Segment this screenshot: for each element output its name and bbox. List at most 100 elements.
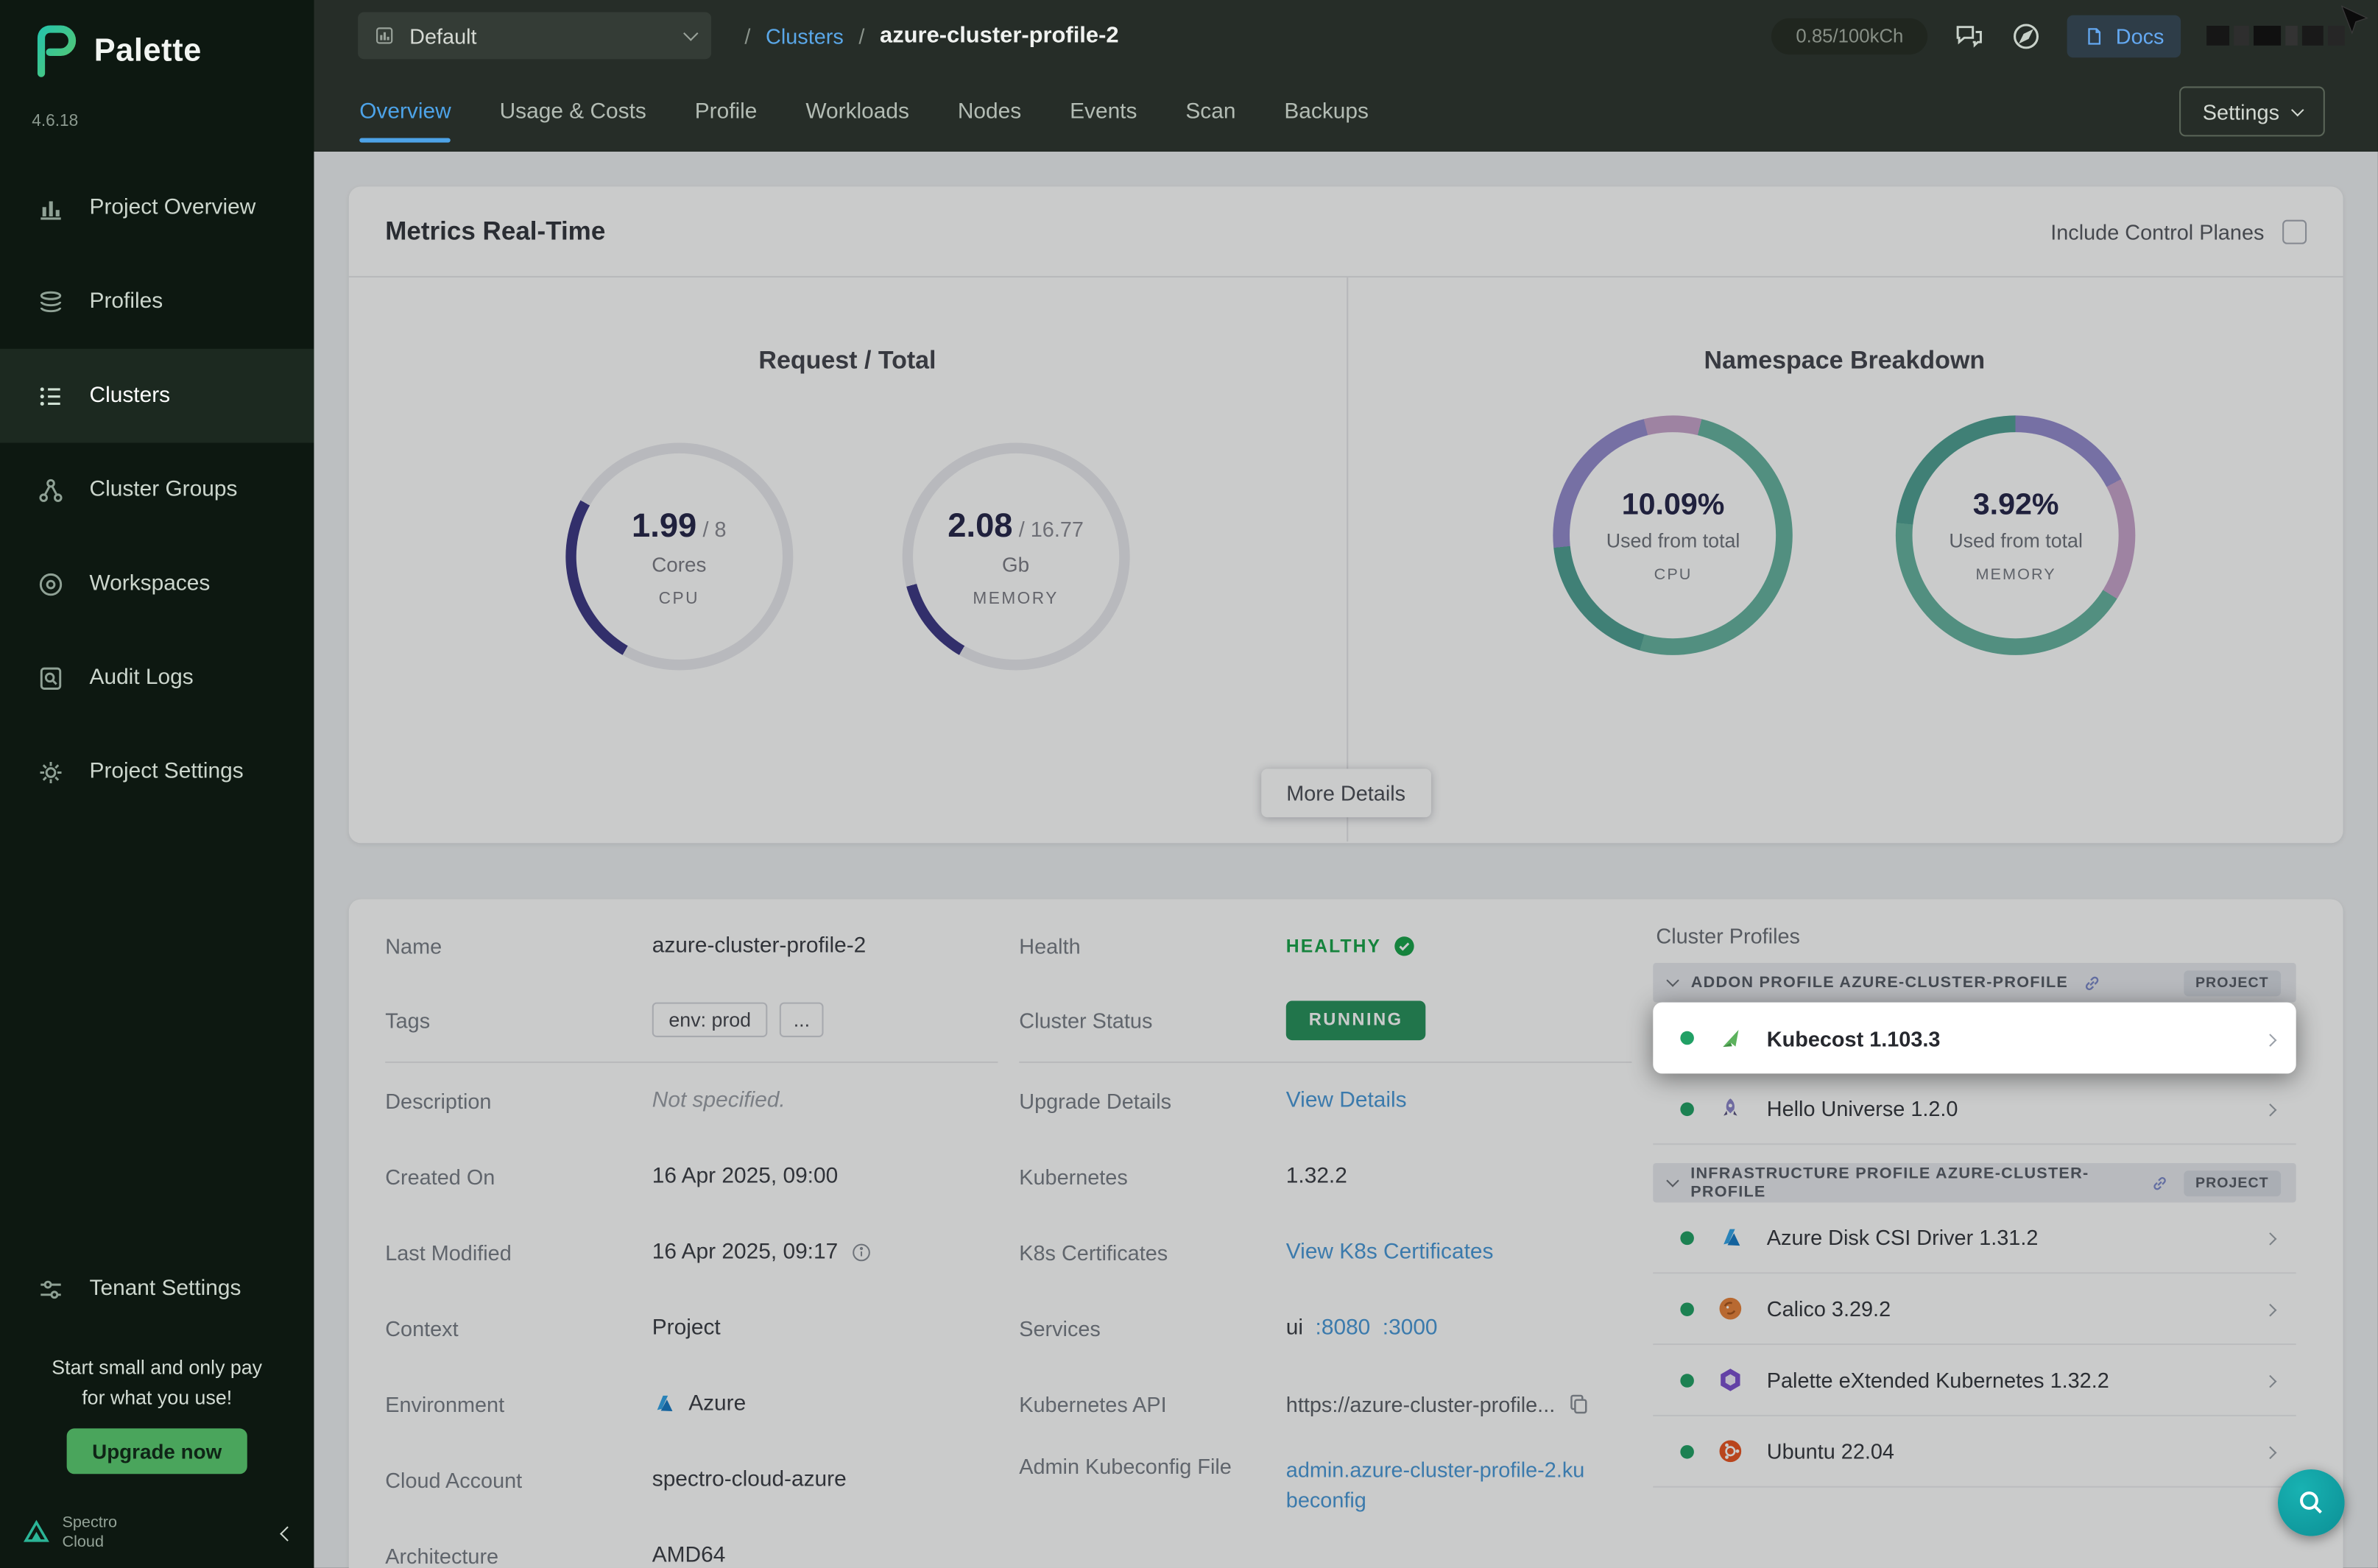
calico-icon (1714, 1295, 1747, 1322)
details-left-column: Name azure-cluster-profile-2 Tags env: p… (385, 914, 998, 1568)
profile-row-hello-universe[interactable]: Hello Universe 1.2.0 (1653, 1073, 2296, 1145)
description-value: Not specified. (652, 1089, 786, 1113)
profile-row-kubecost[interactable]: Kubecost 1.103.3 (1653, 1003, 2296, 1074)
field-label: Cluster Status (1019, 1008, 1286, 1032)
sidebar-item-project-overview[interactable]: Project Overview (0, 160, 314, 255)
sidebar-item-label: Profiles (90, 289, 163, 314)
tab-backups[interactable]: Backups (1284, 71, 1369, 152)
addon-profile-header[interactable]: ADDON PROFILE AZURE-CLUSTER-PROFILE PROJ… (1653, 963, 2296, 1003)
copy-icon[interactable] (1567, 1392, 1592, 1416)
view-k8s-certificates-link[interactable]: View K8s Certificates (1286, 1240, 1494, 1265)
details-middle-column: Health HEALTHY Cluster Status RUNNING Up… (1019, 914, 1631, 1518)
sidebar-item-tenant-settings[interactable]: Tenant Settings (0, 1259, 314, 1319)
memory-donut-caption: Used from total (1949, 529, 2083, 551)
detail-row-last-modified: Last Modified 16 Apr 2025, 09:17 (385, 1215, 998, 1290)
architecture-value: AMD64 (652, 1544, 726, 1568)
sidebar-item-project-settings[interactable]: Project Settings (0, 725, 314, 819)
more-details-button[interactable]: More Details (1260, 769, 1431, 817)
settings-button-label: Settings (2203, 99, 2279, 124)
sidebar-item-clusters[interactable]: Clusters (0, 349, 314, 443)
sidebar-item-cluster-groups[interactable]: Cluster Groups (0, 442, 314, 537)
sidebar-item-profiles[interactable]: Profiles (0, 255, 314, 349)
tab-overview[interactable]: Overview (359, 71, 451, 152)
sidebar-item-label: Clusters (90, 384, 171, 408)
detail-row-health: Health HEALTHY (1019, 914, 1631, 978)
settings-button[interactable]: Settings (2180, 86, 2325, 136)
admin-kubeconfig-link[interactable]: admin.azure-cluster-profile-2.kubeconfig (1286, 1454, 1590, 1516)
addon-profile-header-label: ADDON PROFILE AZURE-CLUSTER-PROFILE (1691, 973, 2068, 992)
profile-row-palette-extended-kubernetes[interactable]: Palette eXtended Kubernetes 1.32.2 (1653, 1345, 2296, 1416)
health-value: HEALTHY (1286, 936, 1381, 957)
chevron-down-icon (2291, 103, 2304, 116)
tab-events[interactable]: Events (1070, 71, 1137, 152)
profile-row-ubuntu[interactable]: Ubuntu 22.04 (1653, 1416, 2296, 1488)
tab-workloads[interactable]: Workloads (805, 71, 909, 152)
detail-row-cloud-account: Cloud Account spectro-cloud-azure (385, 1442, 998, 1518)
project-selector[interactable]: Default (358, 12, 711, 59)
profile-name: Azure Disk CSI Driver 1.31.2 (1767, 1225, 2039, 1249)
include-control-planes-checkbox[interactable] (2282, 219, 2307, 244)
profile-row-calico[interactable]: Calico 3.29.2 (1653, 1274, 2296, 1345)
check-circle-icon (1392, 934, 1416, 958)
tab-nodes[interactable]: Nodes (958, 71, 1021, 152)
breadcrumb-clusters-link[interactable]: Clusters (766, 24, 844, 48)
tab-usage-costs[interactable]: Usage & Costs (500, 71, 646, 152)
chevron-right-icon (2265, 1024, 2274, 1051)
field-label: Tags (385, 1008, 652, 1032)
palette-logo-icon (30, 24, 79, 79)
redacted-user-info (2206, 26, 2344, 46)
network-icon (36, 476, 65, 504)
ubuntu-icon (1714, 1438, 1747, 1465)
upgrade-now-button[interactable]: Upgrade now (67, 1428, 247, 1474)
cluster-profiles-panel: Cluster Profiles ADDON PROFILE AZURE-CLU… (1653, 914, 2296, 1488)
field-label: Description (385, 1089, 652, 1113)
explore-compass-button[interactable] (2011, 21, 2042, 51)
status-dot-green (1680, 1373, 1694, 1387)
info-icon[interactable] (850, 1242, 872, 1263)
feedback-chat-button[interactable] (1953, 21, 1985, 50)
service-port-8080-link[interactable]: :8080 (1316, 1316, 1371, 1341)
tag-more-chip[interactable]: ... (780, 1003, 823, 1037)
field-label: Architecture (385, 1544, 652, 1568)
search-help-fab[interactable] (2278, 1469, 2345, 1536)
cluster-details-card: Name azure-cluster-profile-2 Tags env: p… (349, 900, 2343, 1568)
cloud-account-value: spectro-cloud-azure (652, 1468, 847, 1492)
tab-profile[interactable]: Profile (695, 71, 758, 152)
profile-name: Ubuntu 22.04 (1767, 1439, 1894, 1463)
project-selector-value: Default (409, 24, 671, 48)
sidebar-collapse-button[interactable] (273, 1511, 302, 1556)
infrastructure-profile-header[interactable]: INFRASTRUCTURE PROFILE AZURE-CLUSTER-PRO… (1653, 1163, 2296, 1203)
donut-row: 10.09% Used from total CPU 3.92% Used fr… (1553, 415, 2136, 654)
link-icon (2151, 1173, 2170, 1193)
status-dot-green (1680, 1231, 1694, 1245)
chevron-left-icon (280, 1526, 294, 1541)
view-details-link[interactable]: View Details (1286, 1089, 1407, 1113)
chevron-right-icon (2265, 1366, 2274, 1394)
sidebar-item-workspaces[interactable]: Workspaces (0, 537, 314, 631)
breadcrumb-current: azure-cluster-profile-2 (880, 23, 1119, 49)
tag-chip[interactable]: env: prod (652, 1003, 768, 1037)
chevron-right-icon (2265, 1223, 2274, 1251)
breadcrumb-separator: / (744, 24, 750, 48)
field-label: Upgrade Details (1019, 1089, 1286, 1113)
field-label: Kubernetes API (1019, 1392, 1286, 1416)
tabs-bar: Overview Usage & Costs Profile Workloads… (314, 71, 2378, 152)
field-label: Health (1019, 934, 1286, 958)
field-label: Admin Kubeconfig File (1019, 1454, 1286, 1478)
service-port-3000-link[interactable]: :3000 (1383, 1316, 1438, 1341)
palette-logo: Palette (30, 24, 202, 79)
profile-name: Calico 3.29.2 (1767, 1296, 1891, 1321)
cpu-gauge-total: / 8 (703, 516, 727, 540)
include-control-planes-label: Include Control Planes (2050, 219, 2264, 244)
breadcrumb-separator: / (858, 24, 864, 48)
docs-button[interactable]: Docs (2067, 15, 2181, 57)
tab-scan[interactable]: Scan (1185, 71, 1235, 152)
chevron-right-icon (2265, 1438, 2274, 1465)
profile-row-azure-disk-csi[interactable]: Azure Disk CSI Driver 1.31.2 (1653, 1203, 2296, 1274)
sidebar-item-label: Cluster Groups (90, 478, 238, 502)
main-content: Metrics Real-Time Include Control Planes… (314, 152, 2378, 1568)
status-dot-green (1680, 1302, 1694, 1316)
document-icon (2084, 25, 2105, 46)
sidebar-item-audit-logs[interactable]: Audit Logs (0, 631, 314, 725)
brand-text: Spectro Cloud (62, 1514, 117, 1553)
